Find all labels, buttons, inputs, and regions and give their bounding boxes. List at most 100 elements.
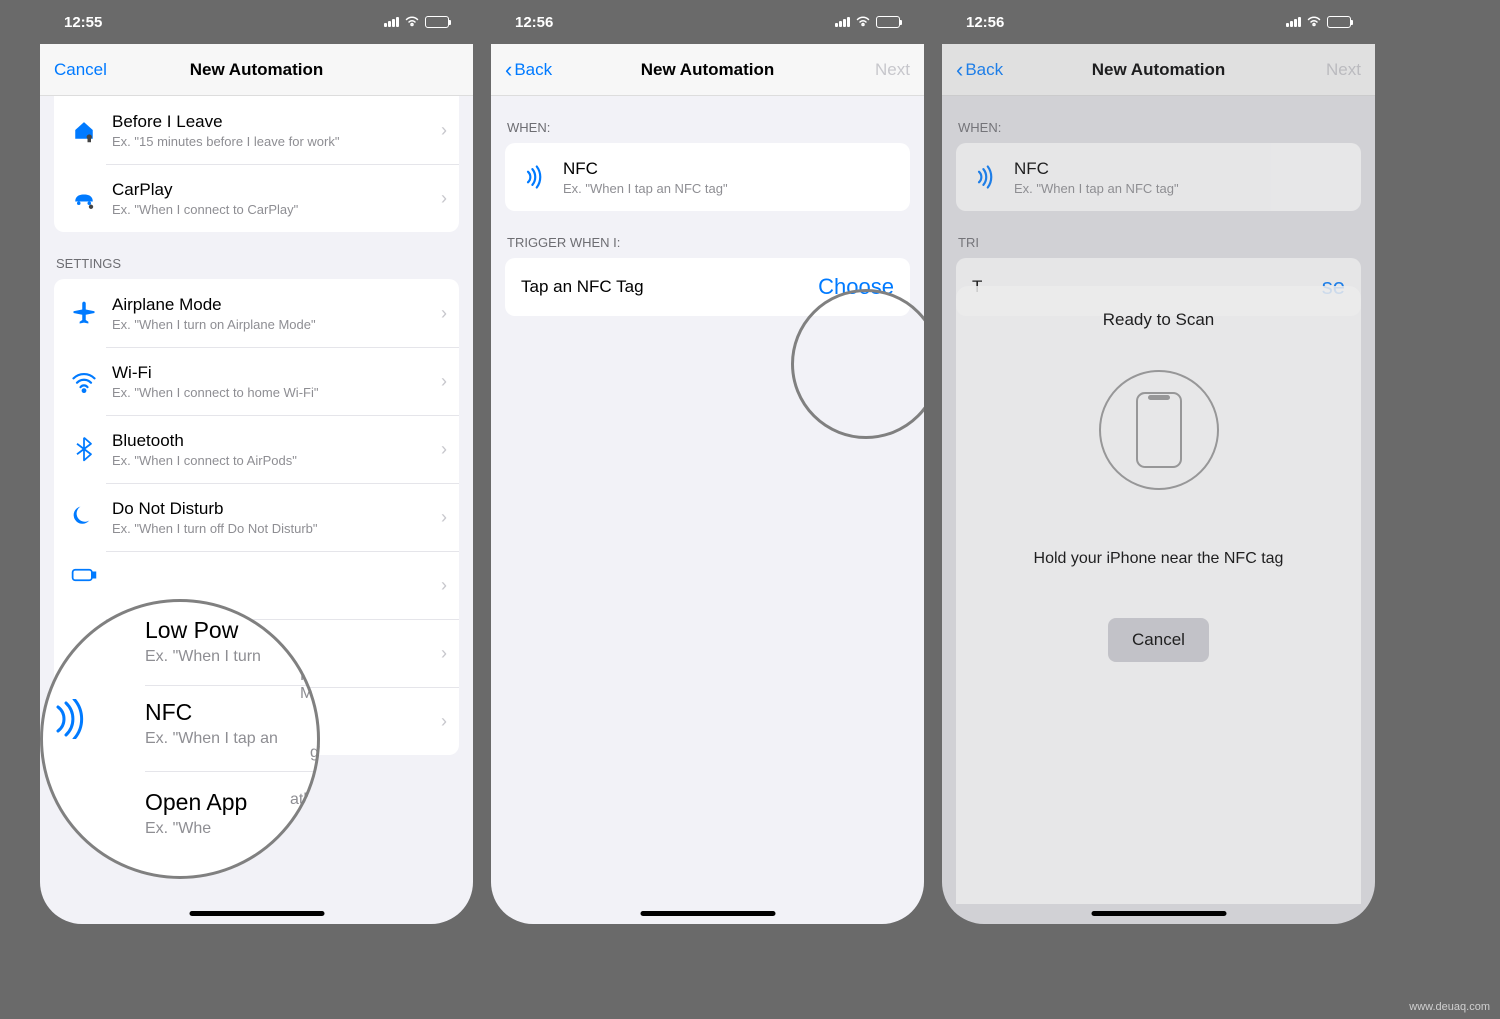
nfc-icon xyxy=(517,159,553,195)
setting-airplane-mode[interactable]: Airplane Mode Ex. "When I turn on Airpla… xyxy=(54,279,459,347)
magnify-circle: Low Pow Ex. "When I turn Power Mode" NFC… xyxy=(40,599,320,879)
status-time: 12:55 xyxy=(64,14,102,31)
row-title: Before I Leave xyxy=(112,112,435,132)
setting-low-power-mode[interactable]: › xyxy=(54,551,459,619)
trigger-list: Before I Leave Ex. "15 minutes before I … xyxy=(54,96,459,232)
row-sub: Ex. "When I turn on Airplane Mode" xyxy=(112,317,435,332)
chevron-right-icon: › xyxy=(441,371,447,392)
settings-header: SETTINGS xyxy=(40,232,473,279)
back-button: ‹ Back xyxy=(956,57,1003,83)
sheet-title: Ready to Scan xyxy=(974,310,1343,330)
status-bar: 12:56 xyxy=(942,0,1375,44)
phone-scan-icon xyxy=(1099,370,1219,490)
setting-do-not-disturb[interactable]: Do Not Disturb Ex. "When I turn off Do N… xyxy=(54,483,459,551)
row-title: Bluetooth xyxy=(112,431,435,451)
trigger-header: TRI xyxy=(942,211,1375,258)
back-button[interactable]: ‹ Back xyxy=(505,57,552,83)
page-title: New Automation xyxy=(491,60,924,80)
magnify-open-app-sub: Ex. "Whe xyxy=(145,820,247,838)
row-title: Wi-Fi xyxy=(112,363,435,383)
sheet-text: Hold your iPhone near the NFC tag xyxy=(974,550,1343,568)
row-sub: Ex. "When I connect to home Wi-Fi" xyxy=(112,385,435,400)
row-sub: Ex. "When I turn off Do Not Disturb" xyxy=(112,521,435,536)
status-time: 12:56 xyxy=(515,14,553,31)
status-icons xyxy=(1286,14,1351,31)
chevron-back-icon: ‹ xyxy=(956,57,963,83)
battery-icon xyxy=(876,16,900,28)
chevron-right-icon: › xyxy=(441,303,447,324)
chevron-right-icon: › xyxy=(441,575,447,596)
row-sub: Ex. "When I connect to CarPlay" xyxy=(112,202,435,217)
magnify-open-app-title: Open App xyxy=(145,789,247,816)
home-indicator[interactable] xyxy=(189,911,324,916)
airplane-icon xyxy=(66,295,102,331)
chevron-right-icon: › xyxy=(441,188,447,209)
setting-wifi[interactable]: Wi-Fi Ex. "When I connect to home Wi-Fi"… xyxy=(54,347,459,415)
row-title: NFC xyxy=(563,159,898,179)
chevron-right-icon: › xyxy=(441,711,447,732)
magnify-low-power-sub: Ex. "When I turn xyxy=(145,648,320,666)
magnify-nfc-title: NFC xyxy=(145,699,278,726)
when-nfc-row: NFC Ex. "When I tap an NFC tag" xyxy=(956,143,1361,211)
watermark: www.deuaq.com xyxy=(1409,1001,1490,1013)
chevron-right-icon: › xyxy=(441,439,447,460)
status-bar: 12:55 xyxy=(40,0,473,44)
trigger-nfc-tag-row[interactable]: Tap an NFC Tag Choose xyxy=(505,258,910,316)
signal-icon xyxy=(835,17,850,27)
moon-icon xyxy=(66,499,102,535)
when-card: NFC Ex. "When I tap an NFC tag" xyxy=(956,143,1361,211)
when-header: WHEN: xyxy=(491,96,924,143)
status-bar: 12:56 xyxy=(491,0,924,44)
next-button: Next xyxy=(1326,60,1361,80)
row-title: NFC xyxy=(1014,159,1349,179)
next-button[interactable]: Next xyxy=(875,60,910,80)
home-icon xyxy=(66,112,102,148)
cancel-button[interactable]: Cancel xyxy=(54,60,107,80)
bluetooth-icon xyxy=(66,431,102,467)
row-title: Do Not Disturb xyxy=(112,499,435,519)
nav-bar: Cancel New Automation xyxy=(40,44,473,96)
row-title: CarPlay xyxy=(112,180,435,200)
nfc-icon xyxy=(968,159,1004,195)
status-icons xyxy=(384,14,449,30)
wifi-icon xyxy=(1306,14,1322,31)
trigger-before-i-leave[interactable]: Before I Leave Ex. "15 minutes before I … xyxy=(54,96,459,164)
when-nfc-row: NFC Ex. "When I tap an NFC tag" xyxy=(505,143,910,211)
nav-bar: ‹ Back New Automation Next xyxy=(491,44,924,96)
page-title: New Automation xyxy=(942,60,1375,80)
when-header: WHEN: xyxy=(942,96,1375,143)
wifi-icon xyxy=(404,14,420,30)
battery-low-icon xyxy=(66,557,102,593)
status-time: 12:56 xyxy=(966,14,1004,31)
trigger-card: Tap an NFC Tag Choose xyxy=(505,258,910,316)
home-indicator[interactable] xyxy=(640,911,775,916)
nfc-icon xyxy=(40,699,100,739)
home-indicator[interactable] xyxy=(1091,911,1226,916)
magnify-low-power-title: Low Pow xyxy=(145,617,320,644)
wifi-icon xyxy=(66,363,102,399)
trigger-label: Tap an NFC Tag xyxy=(521,277,818,297)
trigger-carplay[interactable]: CarPlay Ex. "When I connect to CarPlay" … xyxy=(54,164,459,232)
choose-button[interactable]: Choose xyxy=(818,274,894,300)
status-icons xyxy=(835,14,900,31)
chevron-right-icon: › xyxy=(441,643,447,664)
sheet-cancel-button[interactable]: Cancel xyxy=(1108,618,1209,662)
signal-icon xyxy=(1286,17,1301,27)
chevron-back-icon: ‹ xyxy=(505,57,512,83)
magnify-nfc-sub: Ex. "When I tap an xyxy=(145,730,278,748)
row-sub: Ex. "When I connect to AirPods" xyxy=(112,453,435,468)
setting-bluetooth[interactable]: Bluetooth Ex. "When I connect to AirPods… xyxy=(54,415,459,483)
signal-icon xyxy=(384,17,399,27)
nfc-scan-sheet: Ready to Scan Hold your iPhone near the … xyxy=(956,286,1361,904)
chevron-right-icon: › xyxy=(441,507,447,528)
trigger-header: TRIGGER WHEN I: xyxy=(491,211,924,258)
nav-bar: ‹ Back New Automation Next xyxy=(942,44,1375,96)
row-sub: Ex. "When I tap an NFC tag" xyxy=(563,181,898,196)
battery-icon xyxy=(425,16,449,28)
row-sub: Ex. "15 minutes before I leave for work" xyxy=(112,134,435,149)
when-card: NFC Ex. "When I tap an NFC tag" xyxy=(505,143,910,211)
row-title: Airplane Mode xyxy=(112,295,435,315)
wifi-icon xyxy=(855,14,871,31)
row-sub: Ex. "When I tap an NFC tag" xyxy=(1014,181,1349,196)
battery-icon xyxy=(1327,16,1351,28)
